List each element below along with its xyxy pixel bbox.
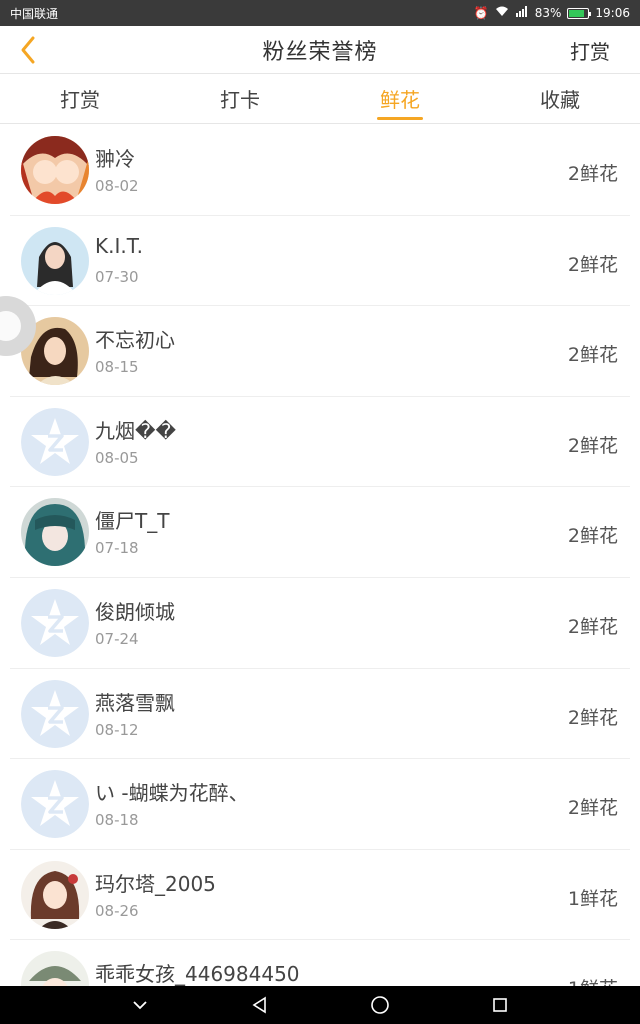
fan-name: 不忘初心: [95, 328, 175, 353]
flower-count: 2鲜花: [567, 344, 618, 367]
avatar[interactable]: [21, 407, 89, 476]
fan-ranking-list: 翀冷 08-02 2鲜花 K.I.T. 07-30 2鲜花 不忘初心 08-15 2鲜花 九烟��…: [0, 125, 640, 986]
flower-count: 2鲜花: [567, 797, 618, 820]
tab-1[interactable]: 打卡: [160, 74, 320, 123]
fan-row[interactable]: 九烟�� 08-05 2鲜花: [10, 397, 630, 488]
signal-icon: [515, 6, 529, 20]
recent-nav-button[interactable]: [480, 986, 520, 1024]
avatar[interactable]: [21, 498, 89, 567]
status-bar: 中国联通 ⏰ 83% 19:06: [0, 0, 640, 26]
avatar[interactable]: [21, 679, 89, 748]
fan-row[interactable]: K.I.T. 07-30 2鲜花: [10, 216, 630, 307]
fan-name: 玛尔塔_2005: [95, 871, 216, 896]
flower-count: 2鲜花: [567, 163, 618, 185]
flower-count: 2鲜花: [567, 615, 618, 638]
fan-name: 俊朗倾城: [95, 599, 175, 624]
clock: 19:06: [595, 6, 630, 20]
chevron-left-icon: [21, 36, 35, 64]
chevron-down-icon: [133, 1001, 147, 1010]
wifi-icon: [495, 6, 509, 20]
flower-count: 2鲜花: [567, 434, 618, 457]
battery-percent: 83%: [534, 6, 562, 20]
avatar[interactable]: [21, 226, 89, 295]
avatar[interactable]: [21, 770, 89, 839]
back-button[interactable]: [8, 30, 48, 70]
back-triangle-icon: [252, 996, 266, 1014]
reward-button[interactable]: 打赏: [570, 26, 610, 74]
fan-row[interactable]: い -蝴蝶为花醉、 08-18 2鲜花: [10, 759, 630, 850]
back-nav-button[interactable]: [240, 986, 280, 1024]
fan-name: い -蝴蝶为花醉、: [95, 781, 249, 806]
fan-row[interactable]: 燕落雪飘 08-12 2鲜花: [10, 669, 630, 760]
flower-count: 1鲜花: [568, 974, 618, 986]
fan-name: 九烟��: [95, 418, 177, 443]
battery-fill: [569, 9, 585, 17]
fan-date: 07-24: [95, 629, 139, 648]
fan-name: 乖乖女孩_446984450: [95, 962, 300, 986]
carrier-label: 中国联通: [10, 6, 59, 21]
fan-date: 08-15: [95, 358, 139, 377]
fan-row[interactable]: 乖乖女孩_446984450 1鲜花: [10, 940, 630, 986]
system-nav-bar: [0, 986, 640, 1024]
home-circle-icon: [371, 996, 389, 1014]
home-nav-button[interactable]: [360, 986, 400, 1024]
fan-date: 08-12: [95, 720, 139, 739]
avatar[interactable]: [21, 860, 89, 929]
fan-name: 僵尸T_T: [95, 509, 170, 534]
fan-row[interactable]: 俊朗倾城 07-24 2鲜花: [10, 578, 630, 669]
fan-name: 翀冷: [95, 147, 135, 171]
fan-row[interactable]: 僵尸T_T 07-18 2鲜花: [10, 487, 630, 578]
fan-row[interactable]: 不忘初心 08-15 2鲜花: [10, 306, 630, 397]
battery-icon: [567, 7, 592, 19]
fan-row[interactable]: 玛尔塔_2005 08-26 1鲜花: [10, 850, 630, 941]
fan-date: 07-30: [95, 267, 139, 286]
fan-date: 08-02: [95, 177, 139, 195]
flower-count: 2鲜花: [567, 706, 618, 729]
fan-date: 08-18: [95, 811, 139, 830]
status-indicators: ⏰ 83% 19:06: [474, 6, 630, 20]
flower-count: 1鲜花: [567, 887, 618, 910]
flower-count: 2鲜花: [567, 525, 618, 548]
avatar[interactable]: [21, 136, 89, 204]
hide-nav-button[interactable]: [120, 986, 160, 1024]
tab-3[interactable]: 收藏: [480, 74, 640, 123]
tab-2[interactable]: 鲜花: [320, 74, 480, 123]
recent-square-icon: [493, 998, 507, 1012]
floating-assist-inner: [0, 311, 21, 341]
alarm-icon: ⏰: [473, 6, 489, 20]
page-title: 粉丝荣誉榜: [262, 39, 378, 65]
flower-count: 2鲜花: [567, 253, 618, 276]
fan-date: 08-26: [95, 901, 139, 920]
avatar[interactable]: [21, 951, 89, 986]
tab-bar: 打赏 打卡 鲜花 收藏: [0, 74, 640, 124]
fan-name: 燕落雪飘: [95, 690, 175, 715]
fan-date: 07-18: [95, 539, 139, 558]
fan-name: K.I.T.: [95, 233, 143, 258]
fan-date: 08-05: [95, 448, 139, 467]
avatar[interactable]: [21, 588, 89, 657]
fan-row[interactable]: 翀冷 08-02 2鲜花: [10, 125, 630, 216]
tab-0[interactable]: 打赏: [0, 74, 160, 123]
app-header: 粉丝荣誉榜 打赏: [0, 26, 640, 74]
